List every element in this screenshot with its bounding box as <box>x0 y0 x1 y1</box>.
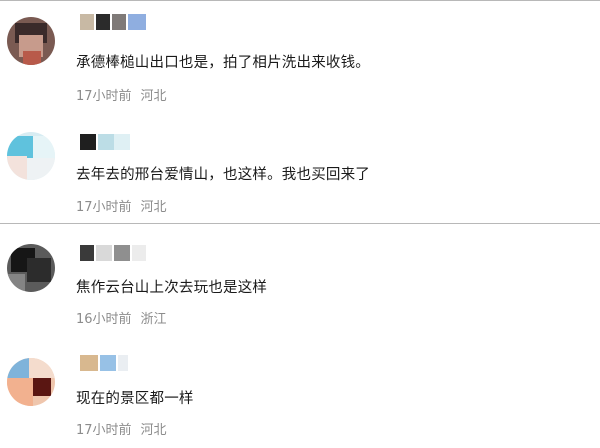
comment-time: 16小时前 <box>76 312 132 327</box>
comment-location: 河北 <box>140 200 167 215</box>
comment-meta: 17小时前 河北 <box>76 85 167 104</box>
avatar[interactable] <box>7 17 55 65</box>
comment-item: 焦作云台山上次去玩也是这样 16小时前 浙江 <box>0 223 600 336</box>
avatar[interactable] <box>7 244 55 292</box>
comment-meta: 17小时前 河北 <box>76 419 167 438</box>
comment-location: 浙江 <box>140 312 167 327</box>
comment-time: 17小时前 <box>76 89 132 104</box>
comment-item: 承德棒槌山出口也是，拍了相片洗出来收钱。 17小时前 河北 <box>0 0 600 113</box>
comment-meta: 17小时前 河北 <box>76 196 167 215</box>
avatar[interactable] <box>7 132 55 180</box>
avatar[interactable] <box>7 358 55 406</box>
comment-text: 现在的景区都一样 <box>76 391 194 407</box>
comment-text: 去年去的邢台爱情山，也这样。我也买回来了 <box>76 167 370 183</box>
comment-location: 河北 <box>140 89 167 104</box>
comment-time: 17小时前 <box>76 200 132 215</box>
comment-text: 承德棒槌山出口也是，拍了相片洗出来收钱。 <box>76 55 370 71</box>
comment-item: 去年去的邢台爱情山，也这样。我也买回来了 17小时前 河北 <box>0 112 600 223</box>
comment-location: 河北 <box>140 423 167 438</box>
comment-text: 焦作云台山上次去玩也是这样 <box>76 280 268 296</box>
comment-time: 17小时前 <box>76 423 132 438</box>
comment-item: 现在的景区都一样 17小时前 河北 <box>0 336 600 448</box>
comment-meta: 16小时前 浙江 <box>76 308 167 327</box>
